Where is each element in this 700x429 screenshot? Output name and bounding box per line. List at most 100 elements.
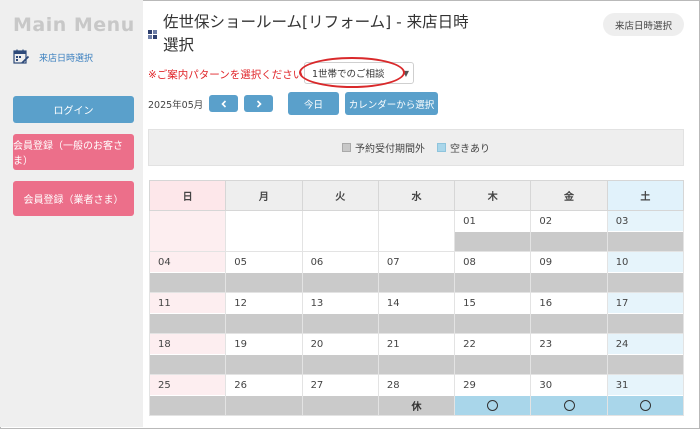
calendar-cell: 16 <box>530 292 608 334</box>
calendar-cell: 11 <box>148 292 227 334</box>
calendar-day: 23 <box>531 334 607 374</box>
prev-month-button[interactable] <box>209 95 238 112</box>
current-month: 2025年05月 <box>148 100 204 111</box>
calendar-edit-icon <box>13 49 30 64</box>
calendar-cell: 28 休 <box>377 374 456 416</box>
unavailable-slot <box>531 272 607 292</box>
calendar-cell: 02 <box>530 210 608 252</box>
day-number: 14 <box>386 298 400 309</box>
calendar-day: 07 <box>378 252 455 292</box>
weekday-header: 木 <box>454 180 532 211</box>
day-number: 26 <box>234 380 248 391</box>
unavailable-slot <box>150 313 226 333</box>
day-number: 21 <box>386 339 400 350</box>
blue-swatch-icon <box>437 143 446 152</box>
closed-slot: 休 <box>378 395 455 415</box>
calendar-cell: 08 <box>454 251 532 293</box>
calendar-cell: 23 <box>530 333 608 375</box>
weekday-header: 日 <box>148 180 227 211</box>
calendar-day: 18 <box>150 334 226 374</box>
unavailable-slot <box>455 272 531 292</box>
chevron-right-icon <box>256 99 262 108</box>
legend-unavailable-label: 予約受付期間外 <box>355 144 425 155</box>
unavailable-slot <box>455 231 531 251</box>
calendar-day: 26 <box>226 375 302 415</box>
calendar-cell <box>148 210 227 252</box>
calendar-cell: 30 <box>530 374 608 416</box>
unavailable-slot <box>226 395 302 415</box>
calendar-day: 10 <box>607 252 683 292</box>
unavailable-slot <box>378 313 455 333</box>
calendar-day: 02 <box>531 211 607 251</box>
calendar-week-row: 11 12 13 14 15 16 17 <box>148 292 685 334</box>
closed-label: 休 <box>411 402 422 413</box>
calendar-cell: 17 <box>606 292 685 334</box>
day-number: 10 <box>615 257 629 268</box>
calendar-cell: 14 <box>377 292 456 334</box>
member-register-general-button[interactable]: 会員登録（一般のお客さま） <box>13 134 134 170</box>
unavailable-slot <box>302 395 378 415</box>
calendar-day: 04 <box>150 252 226 292</box>
page-title: 佐世保ショールーム[リフォーム] - 来店日時選択 <box>163 13 469 54</box>
calendar-cell: 21 <box>377 333 456 375</box>
step-chip: 来店日時選択 <box>603 13 684 36</box>
member-register-business-button[interactable]: 会員登録（業者さま） <box>13 181 134 216</box>
calendar-day: 08 <box>455 252 531 292</box>
calendar-cell: 26 <box>225 374 303 416</box>
sidebar-item-visit-datetime[interactable]: 来店日時選択 <box>13 49 93 65</box>
calendar-cell: 07 <box>377 251 456 293</box>
calendar-day: 16 <box>531 293 607 333</box>
login-button[interactable]: ログイン <box>13 96 134 123</box>
calendar-cell <box>377 210 456 252</box>
unavailable-slot <box>226 354 302 374</box>
day-number: 05 <box>234 257 248 268</box>
day-number: 04 <box>158 257 171 268</box>
day-number: 15 <box>463 298 476 309</box>
calendar-day: 21 <box>378 334 455 374</box>
calendar-cell: 20 <box>301 333 379 375</box>
calendar-table: 日 月 火 水 木 金 土 01 02 03 04 05 06 07 08 09 10 11 12 13… <box>148 180 685 416</box>
pattern-select[interactable]: 1世帯でのご相談 ▼ <box>304 62 414 84</box>
unavailable-slot <box>378 272 455 292</box>
available-slot[interactable] <box>607 395 683 415</box>
weekday-header: 月 <box>225 180 303 211</box>
calendar-week-row: 18 19 20 21 22 23 24 <box>148 333 685 375</box>
unavailable-slot <box>455 354 531 374</box>
available-slot[interactable] <box>455 395 531 415</box>
day-number: 12 <box>234 298 248 309</box>
unavailable-slot <box>607 313 683 333</box>
legend: 予約受付期間外 空きあり <box>148 129 684 166</box>
day-number: 30 <box>539 380 553 391</box>
legend-unavailable: 予約受付期間外 <box>342 140 425 155</box>
day-number: 07 <box>386 257 400 268</box>
calendar-day: 27 <box>302 375 378 415</box>
today-button[interactable]: 今日 <box>288 92 339 115</box>
day-number: 27 <box>310 380 324 391</box>
day-number: 20 <box>310 339 324 350</box>
calendar-day[interactable]: 30 <box>531 375 607 415</box>
day-number: 24 <box>615 339 629 350</box>
caret-down-icon: ▼ <box>402 68 409 78</box>
calendar-day: 14 <box>378 293 455 333</box>
calendar-day[interactable]: 31 <box>607 375 683 415</box>
next-month-button[interactable] <box>244 95 273 112</box>
empty-day <box>378 211 455 251</box>
calendar-day: 20 <box>302 334 378 374</box>
unavailable-slot <box>226 272 302 292</box>
unavailable-slot <box>302 313 378 333</box>
calendar-day: 17 <box>607 293 683 333</box>
calendar-day: 11 <box>150 293 226 333</box>
calendar-day[interactable]: 29 <box>455 375 531 415</box>
unavailable-slot <box>378 354 455 374</box>
calendar-header-row: 日 月 火 水 木 金 土 <box>148 180 685 211</box>
calendar-day: 13 <box>302 293 378 333</box>
calendar-select-button[interactable]: カレンダーから選択 <box>345 92 438 115</box>
available-slot[interactable] <box>531 395 607 415</box>
calendar-day: 12 <box>226 293 302 333</box>
calendar-cell: 06 <box>301 251 379 293</box>
calendar-cell: 13 <box>301 292 379 334</box>
sidebar: Main Menu 来店日時選択 ログイン 会員登録（一般のお客さま） 会員登録… <box>0 0 143 427</box>
calendar-body: 01 02 03 04 05 06 07 08 09 10 11 12 13 14 15 16 17 18 19 20… <box>148 210 685 416</box>
calendar-day: 09 <box>531 252 607 292</box>
calendar-cell: 05 <box>225 251 303 293</box>
